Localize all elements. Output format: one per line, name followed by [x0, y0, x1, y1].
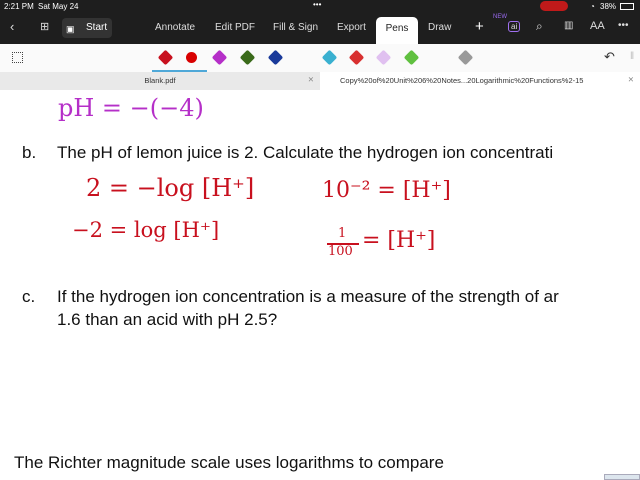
close-icon[interactable]: ✕	[308, 75, 314, 84]
lasso-select-icon[interactable]	[12, 52, 23, 63]
close-icon[interactable]: ✕	[628, 75, 634, 84]
highlighter-lavender-icon[interactable]	[375, 49, 392, 66]
handwriting-ph: pH = −(−4)	[58, 94, 204, 122]
highlighter-red-icon[interactable]	[348, 49, 365, 66]
pdf-page[interactable]: pH = −(−4) b. The pH of lemon juice is 2…	[0, 90, 640, 480]
color-red-dot[interactable]	[186, 52, 197, 63]
grid-icon[interactable]: ⊞	[40, 20, 49, 33]
document-tabs: Blank.pdf ✕ Copy%20of%20Unit%206%20Notes.…	[0, 72, 640, 90]
font-size-button[interactable]: AA	[590, 20, 605, 32]
battery-icon	[620, 3, 634, 10]
undo-icon[interactable]: ↶	[604, 49, 615, 65]
doc-tab-notes[interactable]: Copy%20of%20Unit%206%20Notes...20Logarit…	[320, 72, 640, 90]
more-icon[interactable]: •••	[618, 20, 629, 31]
drag-handle-icon[interactable]: ‖	[630, 51, 634, 62]
start-label: Start	[86, 22, 108, 33]
pen-green-icon[interactable]	[239, 49, 256, 66]
eraser-icon[interactable]	[457, 49, 474, 66]
handwriting-b2: −2 = log [H⁺]	[72, 218, 220, 242]
book-icon[interactable]: ▥	[564, 20, 573, 31]
main-toolbar: ‹ ⊞ Start ▣ Annotate Edit PDF Fill & Sig…	[0, 14, 640, 44]
doc-tab-label: Blank.pdf	[144, 76, 176, 85]
handwriting-b3: 10⁻² = [H⁺]	[322, 178, 451, 203]
status-bar: 2:21 PM Sat May 24 ••• ◔ 38%	[0, 0, 640, 14]
ai-button[interactable]: ai	[508, 21, 521, 32]
question-c-label: c.	[22, 287, 36, 306]
search-icon[interactable]: ⌕	[536, 19, 543, 34]
highlighter-cyan-icon[interactable]	[321, 49, 338, 66]
new-badge: NEW	[493, 14, 507, 20]
handwriting-b4-num: 1	[338, 226, 347, 241]
question-b-text: The pH of lemon juice is 2. Calculate th…	[57, 143, 554, 162]
question-c-text-1: If the hydrogen ion concentration is a m…	[57, 287, 559, 306]
recording-indicator[interactable]	[540, 1, 568, 11]
pen-blue-icon[interactable]	[267, 49, 284, 66]
handwriting-b1: 2 = −log [H⁺]	[86, 174, 255, 202]
date: Sat May 24	[38, 2, 79, 11]
tab-pens[interactable]: Pens	[376, 17, 418, 44]
plus-icon[interactable]: +	[475, 18, 484, 35]
tab-draw[interactable]: Draw	[428, 22, 451, 33]
doc-tab-blank[interactable]: Blank.pdf ✕	[0, 72, 320, 90]
battery-text: 38%	[600, 2, 617, 11]
more-dots-icon[interactable]: •••	[313, 0, 321, 9]
handwriting-b4-den: 100	[328, 244, 353, 259]
doc-tab-label: Copy%20of%20Unit%206%20Notes...20Logarit…	[340, 76, 584, 85]
tab-edit-pdf[interactable]: Edit PDF	[215, 22, 255, 33]
question-b-label: b.	[22, 143, 37, 162]
page-thumbnail[interactable]	[604, 474, 640, 480]
handwriting-b4-rest: = [H⁺]	[362, 228, 436, 253]
tab-fill-sign[interactable]: Fill & Sign	[273, 22, 318, 33]
highlighter-green-icon[interactable]	[403, 49, 420, 66]
present-icon: ▣	[66, 24, 75, 34]
back-icon[interactable]: ‹	[10, 19, 14, 34]
pen-red-icon[interactable]	[157, 49, 174, 66]
pens-bar: ↶ ‖	[0, 44, 640, 72]
tab-export[interactable]: Export	[337, 22, 366, 33]
tab-annotate[interactable]: Annotate	[155, 22, 195, 33]
time: 2:21 PM	[4, 2, 34, 11]
richter-text: The Richter magnitude scale uses logarit…	[14, 453, 444, 472]
question-c-text-2: 1.6 than an acid with pH 2.5?	[57, 310, 278, 329]
pen-purple-icon[interactable]	[211, 49, 228, 66]
wifi-icon: ◔	[590, 2, 595, 11]
